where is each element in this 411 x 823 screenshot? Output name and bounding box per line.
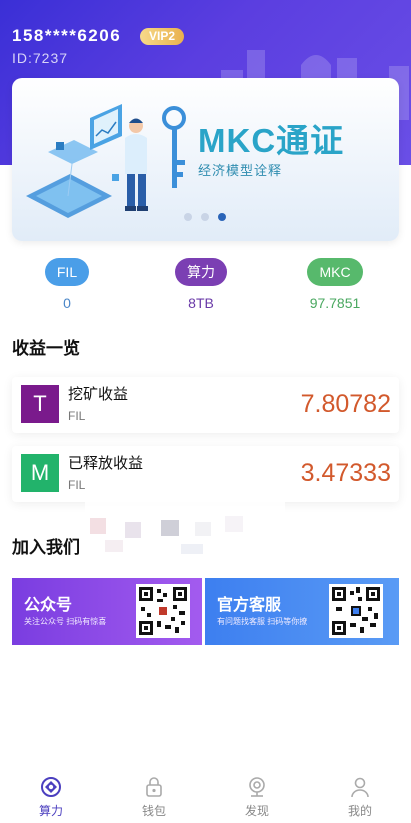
stat-mkc[interactable]: MKC 97.7851 [275,258,395,311]
pixelated-overlay [85,500,285,560]
join-card-subtitle: 关注公众号 扫码有惊喜 [24,617,107,626]
discover-icon [249,777,265,797]
earning-name: 挖矿收益 [68,386,129,403]
customer-service-card[interactable]: 官方客服 有问题找客服 扫码等你撩 [205,578,399,645]
tab-wallet[interactable]: 钱包 [124,776,184,819]
user-id: ID:7237 [12,50,69,66]
tab-label: 钱包 [141,804,166,818]
stat-label: MKC [307,258,363,286]
promo-banner[interactable]: MKC通证 经济模型诠释 [12,78,399,241]
stat-fil[interactable]: FIL 0 [7,258,127,311]
join-card-title: 公众号 [24,597,73,614]
mining-icon [41,777,61,797]
join-card-subtitle: 有问题找客服 扫码等你撩 [217,617,308,626]
earning-unit: FIL [68,409,86,423]
wallet-icon [146,777,162,797]
tab-label: 算力 [38,804,63,818]
tab-discover[interactable]: 发现 [227,776,287,819]
vip-badge: VIP2 [140,28,185,45]
earning-unit: FIL [68,478,86,492]
stat-value: 0 [63,295,71,311]
stat-label: FIL [44,258,90,286]
banner-subtitle: 经济模型诠释 [198,163,283,178]
tab-hashpower[interactable]: 算力 [21,776,81,819]
earning-name: 已释放收益 [68,455,144,472]
earning-amount: 3.47333 [300,459,391,487]
qr-code-icon [136,584,190,638]
user-phone: 158****6206 [12,26,122,45]
tab-profile[interactable]: 我的 [330,776,390,819]
earning-card-mining[interactable]: T 挖矿收益 FIL 7.80782 [12,377,399,433]
qr-code-icon [329,584,383,638]
earning-letter-icon: T [21,385,59,423]
stat-label: 算力 [175,258,227,286]
profile-icon [351,777,369,798]
stat-hashpower[interactable]: 算力 8TB [141,258,261,311]
carousel-dot[interactable] [184,213,192,221]
carousel-dot[interactable] [201,213,209,221]
banner-illustration [26,104,186,218]
earning-amount: 7.80782 [300,390,391,418]
carousel-indicator[interactable] [184,213,226,221]
stat-value: 8TB [188,295,214,311]
stat-value: 97.7851 [309,295,361,311]
tab-label: 我的 [347,804,372,818]
join-section-title: 加入我们 [12,538,80,557]
carousel-dot-active[interactable] [218,213,226,221]
wechat-official-card[interactable]: 公众号 关注公众号 扫码有惊喜 [12,578,202,645]
earning-letter-icon: M [21,454,59,492]
earnings-section-title: 收益一览 [12,339,80,358]
tab-label: 发现 [244,804,269,818]
join-card-title: 官方客服 [217,597,282,614]
earning-card-released[interactable]: M 已释放收益 FIL 3.47333 [12,446,399,502]
banner-title: MKC通证 [198,122,345,159]
bottom-tab-bar: 算力 钱包 发现 我的 [0,768,411,823]
